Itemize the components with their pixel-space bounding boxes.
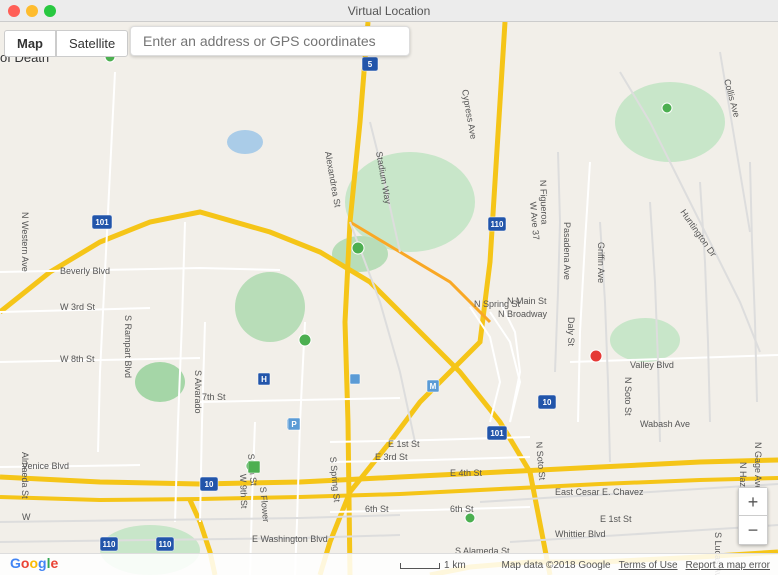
map-type-tabs[interactable]: Map Satellite [4,30,128,57]
svg-text:N Broadway: N Broadway [498,309,548,319]
close-button[interactable] [8,5,20,17]
zoom-out-button[interactable]: − [739,516,767,544]
svg-text:Wabash Ave: Wabash Ave [640,419,690,429]
svg-text:East Cesar E. Chavez: East Cesar E. Chavez [555,487,644,497]
scale-bar: 1 km [400,560,466,571]
zoom-controls[interactable]: + − [738,487,768,545]
svg-text:10: 10 [205,480,214,489]
svg-text:110: 110 [103,540,116,549]
svg-text:6th St: 6th St [365,504,389,514]
map-svg: Cypress Ave N Western Ave Daly St W Ave … [0,22,778,575]
maximize-button[interactable] [44,5,56,17]
svg-text:Almaeda St: Almaeda St [20,452,30,499]
window-title: Virtual Location [348,4,431,18]
svg-text:Whittier Blvd: Whittier Blvd [555,529,606,539]
svg-text:Griffin Ave: Griffin Ave [596,242,606,283]
svg-text:Daly St: Daly St [566,317,576,347]
svg-text:W 9th St: W 9th St [238,474,249,509]
svg-text:10: 10 [543,398,552,407]
svg-text:P: P [291,420,297,429]
minimize-button[interactable] [26,5,38,17]
map-attribution: Map data ©2018 Google Terms of Use Repor… [501,560,770,571]
svg-text:N Western Ave: N Western Ave [20,212,30,272]
svg-text:E 1st St: E 1st St [600,514,632,524]
scale-label: 1 km [444,560,466,571]
map-tab-satellite[interactable]: Satellite [56,30,128,57]
svg-text:N Main St: N Main St [507,296,547,306]
zoom-in-button[interactable]: + [739,488,767,516]
svg-text:N Soto St: N Soto St [623,377,633,416]
map-tab-map[interactable]: Map [4,30,56,57]
svg-text:W 3rd St: W 3rd St [60,302,96,312]
svg-text:W: W [22,512,31,522]
svg-text:E 4th St: E 4th St [450,468,483,478]
title-bar: Virtual Location [0,0,778,22]
svg-text:110: 110 [159,540,172,549]
svg-text:H: H [261,375,267,384]
svg-text:7th St: 7th St [202,392,226,402]
svg-text:Beverly Blvd: Beverly Blvd [60,266,110,276]
svg-text:Valley Blvd: Valley Blvd [630,360,674,370]
scale-line [400,563,440,569]
svg-text:Pasadena Ave: Pasadena Ave [562,222,572,280]
svg-text:6th St: 6th St [450,504,474,514]
report-error[interactable]: Report a map error [686,560,770,571]
svg-text:E 3rd St: E 3rd St [375,452,408,462]
svg-text:E Washington Blvd: E Washington Blvd [252,534,328,544]
window-controls[interactable] [8,5,56,17]
svg-text:M: M [430,382,437,391]
search-bar[interactable] [130,26,410,56]
svg-text:110: 110 [491,220,504,229]
svg-text:N Gage Ave: N Gage Ave [753,442,763,490]
svg-text:101: 101 [95,218,109,227]
map-container[interactable]: Cypress Ave N Western Ave Daly St W Ave … [0,22,778,575]
svg-text:N Figueroa: N Figueroa [538,180,550,225]
svg-text:S Rampart Blvd: S Rampart Blvd [123,315,133,378]
svg-text:101: 101 [490,429,504,438]
search-input[interactable] [130,26,410,56]
svg-text:E 1st St: E 1st St [388,439,420,449]
map-bottom-bar: Google 1 km Map data ©2018 Google Terms … [0,553,778,575]
google-logo: Google [10,555,58,571]
svg-text:W 8th St: W 8th St [60,354,95,364]
svg-text:5: 5 [368,60,373,69]
terms-of-use[interactable]: Terms of Use [619,560,678,571]
map-data-label: Map data ©2018 Google [501,560,610,571]
